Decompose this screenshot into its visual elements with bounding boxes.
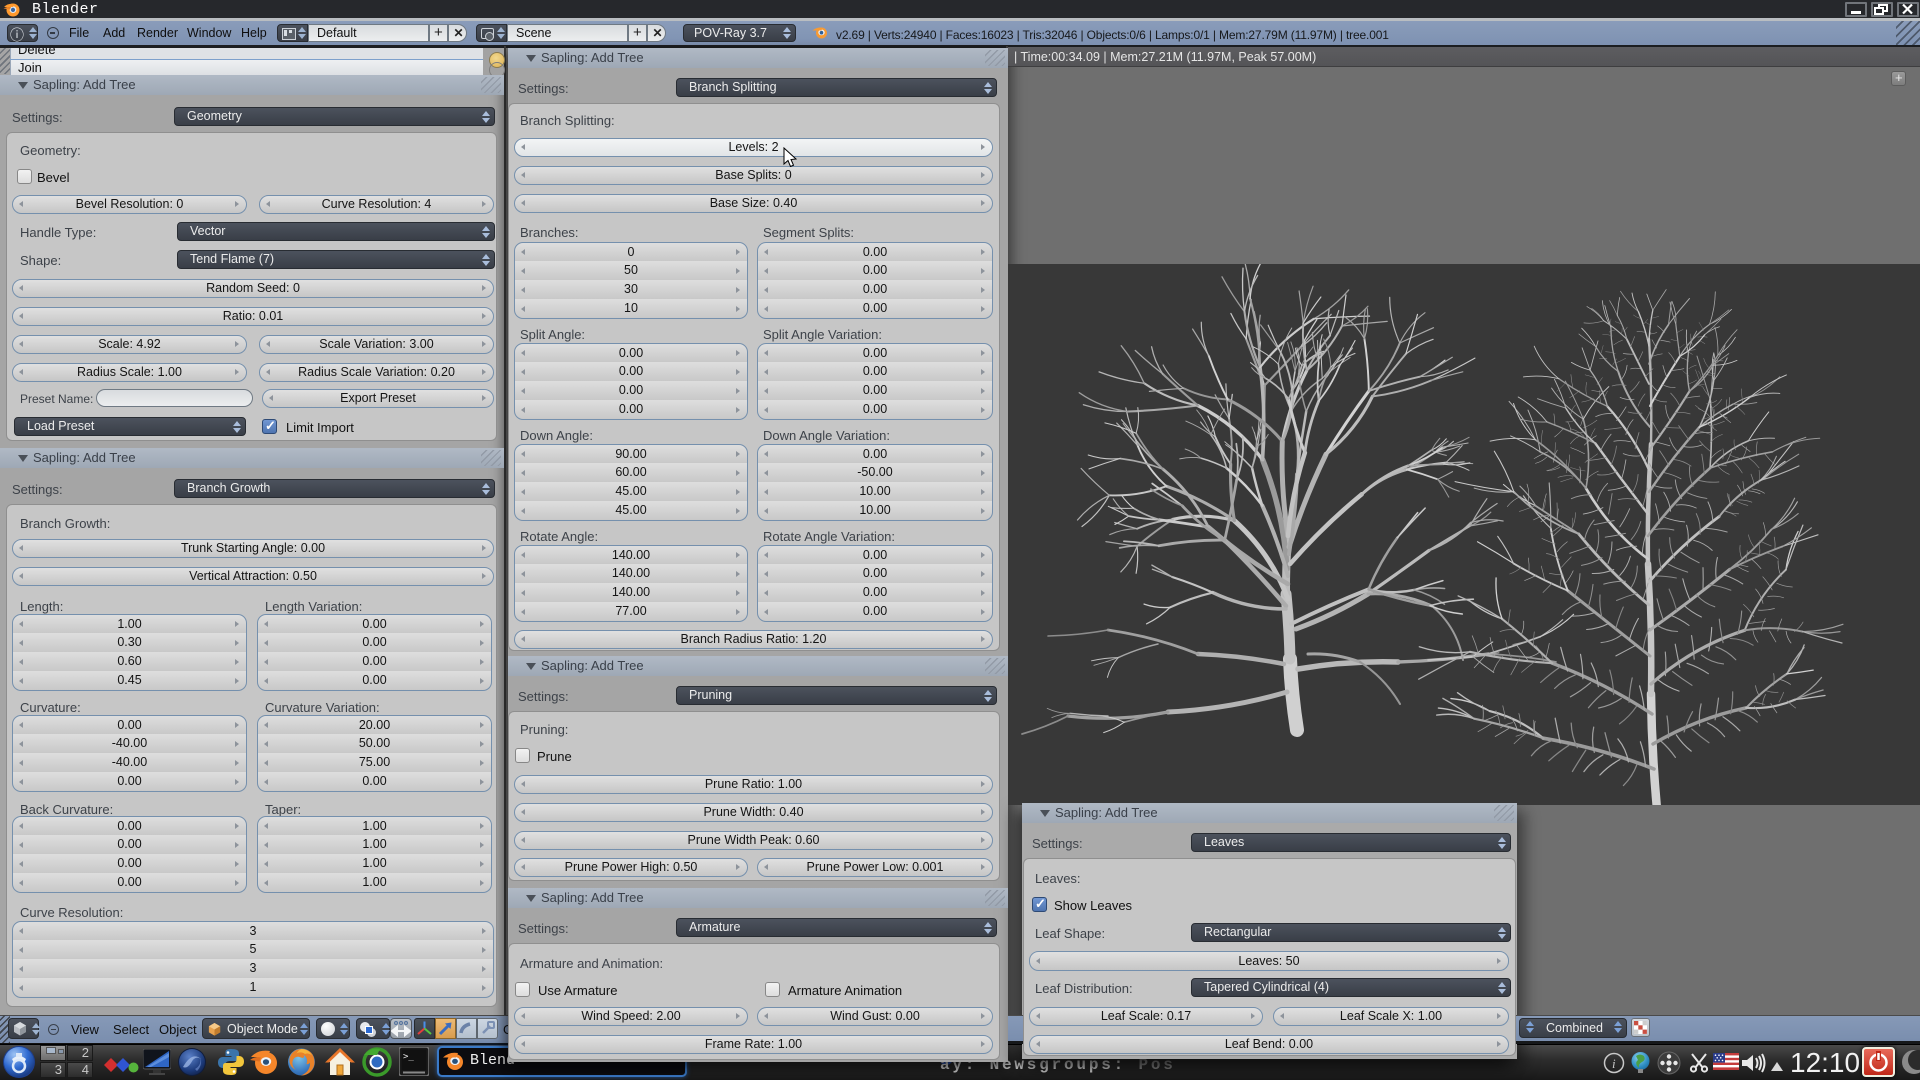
svg-text:>_: >_ — [403, 1052, 414, 1062]
svg-text:i: i — [1612, 1056, 1616, 1071]
